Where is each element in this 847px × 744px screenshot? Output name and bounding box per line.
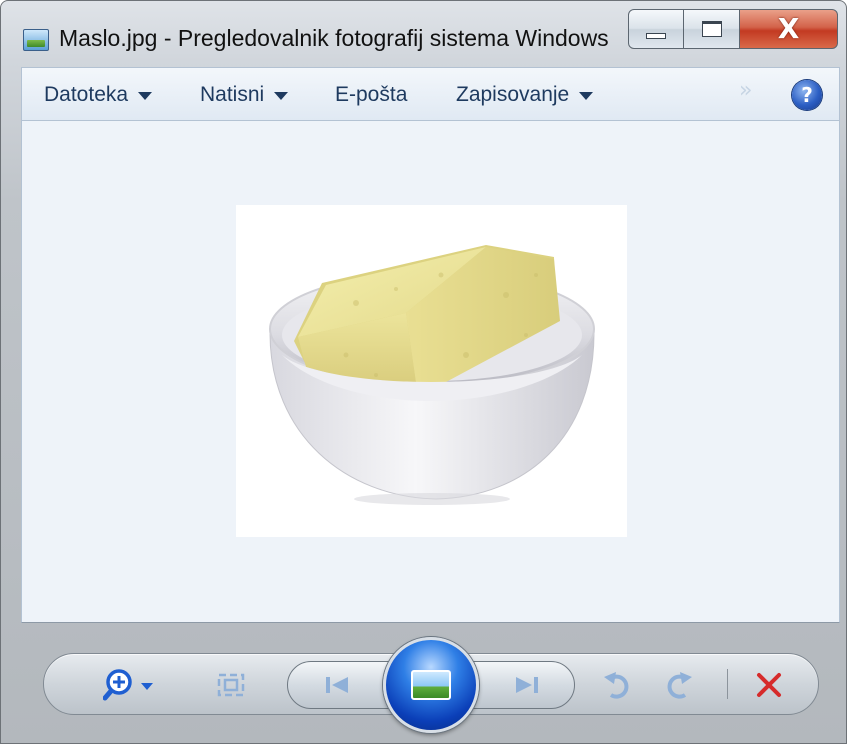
chevron-down-icon: [274, 92, 289, 100]
butter-in-bowl-image: [269, 245, 595, 505]
minimize-icon: [646, 33, 666, 39]
menu-burn-label: Zapisovanje: [456, 83, 570, 106]
slideshow-button[interactable]: [383, 637, 479, 733]
menu-file[interactable]: Datoteka: [44, 80, 153, 110]
window-title: Maslo.jpg - Pregledovalnik fotografij si…: [59, 25, 609, 51]
zoom-icon: [103, 669, 153, 701]
photo-viewer-window: Maslo.jpg - Pregledovalnik fotografij si…: [0, 0, 847, 744]
previous-button[interactable]: [313, 669, 363, 701]
close-button[interactable]: X: [740, 9, 838, 49]
actual-size-button[interactable]: [213, 667, 249, 703]
maximize-icon: [701, 21, 722, 37]
menu-burn[interactable]: Zapisovanje: [456, 80, 594, 110]
rotate-counterclockwise-button[interactable]: [599, 667, 635, 703]
overflow-chevrons-icon[interactable]: »: [739, 78, 752, 103]
toolbar-divider: [727, 669, 728, 699]
actual-size-icon: [217, 673, 245, 697]
displayed-photo: [236, 205, 627, 537]
photo-viewer-icon[interactable]: [23, 29, 49, 51]
chevron-down-icon: [579, 92, 594, 100]
menu-print[interactable]: Natisni: [200, 80, 289, 110]
menu-print-label: Natisni: [200, 83, 265, 106]
next-icon: [516, 677, 538, 693]
zoom-button[interactable]: [99, 665, 159, 705]
rotate-clockwise-icon: [667, 672, 692, 699]
help-icon[interactable]: ?: [792, 80, 822, 110]
menu-bar: Datoteka Natisni E-pošta Zapisovanje » ?: [21, 67, 840, 121]
rotate-counterclockwise-icon: [604, 672, 629, 699]
menu-email[interactable]: E-pošta: [335, 80, 407, 110]
close-icon: X: [777, 12, 800, 45]
menu-file-label: Datoteka: [44, 83, 129, 106]
previous-icon: [326, 677, 348, 693]
slideshow-icon: [411, 670, 451, 700]
minimize-button[interactable]: [628, 9, 684, 49]
rotate-clockwise-button[interactable]: [661, 667, 697, 703]
next-button[interactable]: [501, 669, 551, 701]
maximize-button[interactable]: [684, 9, 740, 49]
title-bar[interactable]: Maslo.jpg - Pregledovalnik fotografij si…: [1, 1, 846, 67]
caption-buttons: X: [628, 9, 838, 49]
image-viewing-area[interactable]: [21, 121, 840, 623]
menu-email-label: E-pošta: [335, 83, 408, 106]
delete-button[interactable]: [751, 667, 787, 703]
chevron-down-icon: [138, 92, 153, 100]
delete-icon: [757, 673, 781, 697]
